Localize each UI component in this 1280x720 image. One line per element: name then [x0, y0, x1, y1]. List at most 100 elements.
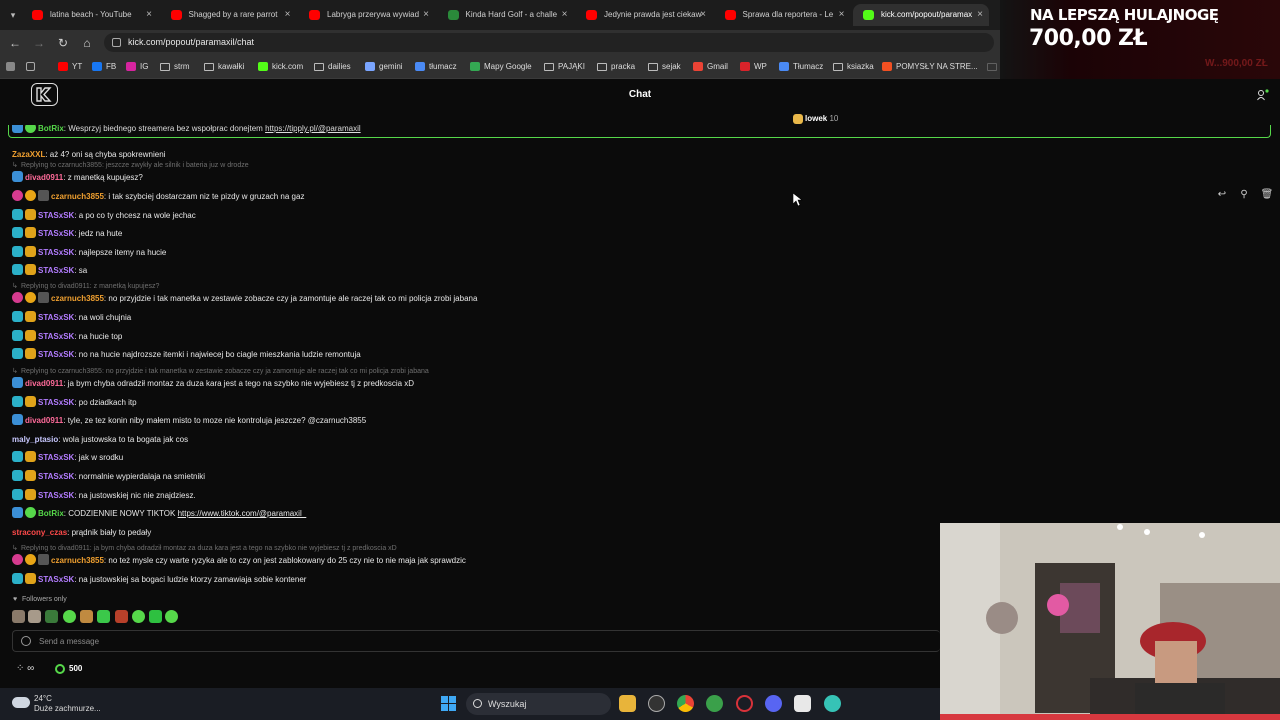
bookmark-item[interactable]: Mapy Google [470, 60, 532, 74]
emote-icon[interactable] [45, 610, 58, 623]
sub-badge-icon[interactable] [12, 209, 23, 220]
app-icon[interactable] [794, 695, 811, 712]
chat-username[interactable]: stracony_czas [12, 528, 67, 537]
crown-badge-icon[interactable] [25, 451, 36, 462]
reply-context[interactable]: ↳ Replying to czarnuch3855: jeszcze zwykł… [12, 161, 249, 171]
chat-username[interactable]: STASxSK [38, 248, 74, 257]
blue-badge-icon[interactable] [12, 171, 23, 182]
bookmark-item[interactable]: FB [92, 60, 116, 74]
crown-badge-icon[interactable] [25, 246, 36, 257]
browser-tab[interactable]: Sprawa dla reportera - Le × [715, 4, 851, 26]
app-icon[interactable] [824, 695, 841, 712]
browser-tab[interactable]: Labryga przerywa wywiad × [299, 4, 435, 26]
chat-message[interactable]: STASxSK: na woli chujnia [12, 311, 131, 325]
chat-message[interactable]: BotRix: CODZIENNIE NOWY TIKTOK https://w… [12, 507, 306, 521]
pinned-message-user[interactable]: BotRix [38, 125, 64, 133]
chat-message[interactable]: STASxSK: jedz na hute [12, 227, 122, 241]
gift-badge-icon[interactable] [25, 554, 36, 565]
opera-icon[interactable] [736, 695, 753, 712]
chat-message[interactable]: czarnuch3855: no też mysle czy warte ryz… [12, 554, 466, 568]
chat-username[interactable]: czarnuch3855 [51, 556, 104, 565]
cool-badge-icon[interactable] [38, 554, 49, 565]
crown-badge-icon[interactable] [25, 227, 36, 238]
emote-icon[interactable] [80, 610, 93, 623]
chat-input-box[interactable] [12, 630, 940, 652]
browser-tab[interactable]: Kinda Hard Golf - a challe × [438, 4, 574, 26]
chat-message[interactable]: STASxSK: na justowskiej nic nie znajdzie… [12, 489, 196, 503]
chat-username[interactable]: STASxSK [38, 350, 74, 359]
bot-badge-icon[interactable] [25, 507, 36, 518]
sub-badge-icon[interactable] [12, 348, 23, 359]
chat-message[interactable]: STASxSK: na hucie top [12, 330, 122, 344]
pin-icon[interactable]: ⚲ [1237, 188, 1251, 202]
chat-username[interactable]: STASxSK [38, 266, 74, 275]
blue-badge-icon[interactable] [12, 507, 23, 518]
crown-badge-icon[interactable] [25, 264, 36, 275]
chat-username[interactable]: STASxSK [38, 211, 74, 220]
users-icon[interactable] [1257, 89, 1269, 101]
chat-username[interactable]: STASxSK [38, 472, 74, 481]
chat-username[interactable]: STASxSK [38, 332, 74, 341]
browser-tab[interactable]: latina beach - YouTube × [22, 4, 158, 26]
browser-icon[interactable] [706, 695, 723, 712]
crown-badge-icon[interactable] [25, 348, 36, 359]
reload-icon[interactable]: ↻ [55, 35, 71, 51]
sub-badge-icon[interactable] [12, 227, 23, 238]
chat-username[interactable]: STASxSK [38, 491, 74, 500]
sub-badge-icon[interactable] [12, 311, 23, 322]
browser-tab[interactable]: Shagged by a rare parrot × [161, 4, 297, 26]
bookmark-item[interactable]: PAJĄKI [544, 60, 585, 74]
chat-message[interactable]: ZazaXXL: aż 4? oni są chyba spokrewnieni [12, 148, 165, 162]
settings-icon[interactable] [648, 695, 665, 712]
chat-message[interactable]: divad0911: tyle, ze tez konin niby małem… [12, 414, 366, 428]
crown-badge-icon[interactable] [25, 311, 36, 322]
pinned-message-link[interactable]: https://tipply.pl/@paramaxil [265, 125, 361, 133]
bookmark-item[interactable]: kick.com [258, 60, 303, 74]
sub-badge-icon[interactable] [12, 573, 23, 584]
chat-username[interactable]: ZazaXXL [12, 150, 45, 159]
chat-message[interactable]: STASxSK: jak w srodku [12, 451, 123, 465]
tab-search-chevron-icon[interactable]: ▾ [6, 8, 20, 22]
chat-username[interactable]: divad0911 [25, 416, 63, 425]
emote-icon[interactable] [149, 610, 162, 623]
emote-icon[interactable] [115, 610, 128, 623]
weather-widget[interactable]: 24°C Duże zachmurze... [12, 694, 101, 714]
tab-close-icon[interactable]: × [285, 4, 291, 26]
bookmark-item[interactable]: WP [740, 60, 767, 74]
vip-badge-icon[interactable] [12, 554, 23, 565]
bookmark-item[interactable]: pracka [597, 60, 635, 74]
infinity-badge[interactable]: ⁘ ∞ [16, 663, 34, 674]
chat-message[interactable]: STASxSK: a po co ty chcesz na wole jecha… [12, 209, 196, 223]
tab-close-icon[interactable]: × [146, 4, 152, 26]
emote-icon[interactable] [132, 610, 145, 623]
crown-badge-icon[interactable] [25, 396, 36, 407]
bookmark-item[interactable]: YT [58, 60, 82, 74]
bookmark-item[interactable]: Tłumacz [779, 60, 823, 74]
chat-username[interactable]: STASxSK [38, 453, 74, 462]
chat-message[interactable]: STASxSK: najlepsze itemy na hucie [12, 246, 166, 260]
bookmark-item[interactable]: strm [160, 60, 190, 74]
sub-badge-icon[interactable] [12, 264, 23, 275]
chat-message[interactable]: STASxSK: no na hucie najdrozsze itemki i… [12, 348, 361, 362]
chat-username[interactable]: STASxSK [38, 575, 74, 584]
windows-start-icon[interactable] [441, 696, 456, 711]
sub-badge-icon[interactable] [12, 330, 23, 341]
bookmark-item[interactable]: dailies [314, 60, 351, 74]
reply-context[interactable]: ↳ Replying to divad0911: z manetką kupuje… [12, 282, 159, 292]
taskbar-search[interactable]: Wyszukaj [466, 693, 611, 715]
bookmark-item[interactable]: gemini [365, 60, 403, 74]
tab-close-icon[interactable]: × [700, 4, 706, 26]
crown-badge-icon[interactable] [25, 209, 36, 220]
chat-message[interactable]: czarnuch3855: no przyjdzie i tak manetka… [12, 292, 477, 306]
chat-username[interactable]: divad0911 [25, 173, 63, 182]
cool-badge-icon[interactable] [38, 190, 49, 201]
crown-badge-icon[interactable] [25, 573, 36, 584]
crown-badge-icon[interactable] [25, 489, 36, 500]
bookmark-item[interactable]: tłumacz [415, 60, 457, 74]
chat-message[interactable]: czarnuch3855: i tak szybciej dostarczam … [12, 190, 304, 204]
discord-icon[interactable] [765, 695, 782, 712]
tab-close-icon[interactable]: × [977, 4, 983, 26]
vip-badge-icon[interactable] [12, 292, 23, 303]
chat-message[interactable]: STASxSK: po dziadkach itp [12, 396, 137, 410]
chrome-icon[interactable] [677, 695, 694, 712]
